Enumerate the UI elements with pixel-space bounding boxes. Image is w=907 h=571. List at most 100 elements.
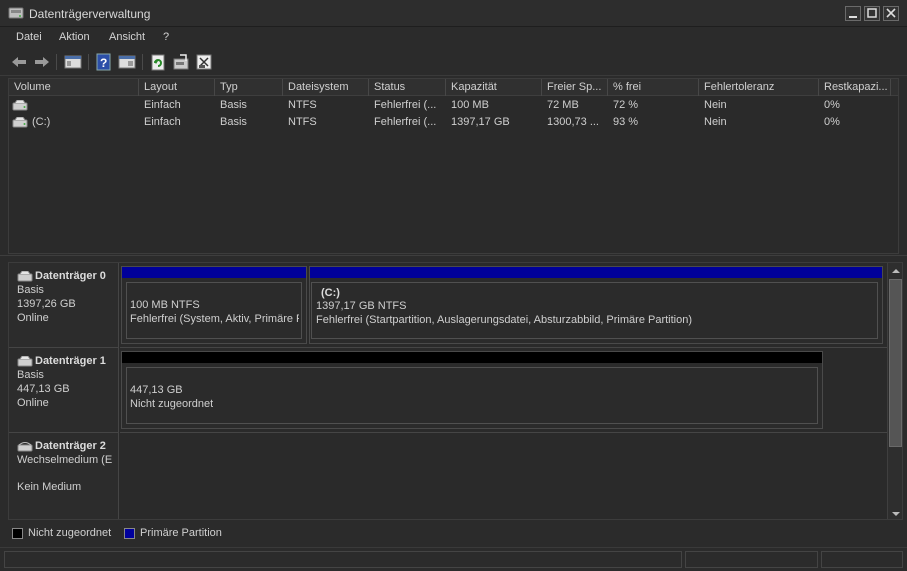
minimize-button[interactable] xyxy=(845,6,861,21)
column-header-percent-free[interactable]: % frei xyxy=(608,79,699,96)
volume-row[interactable]: Einfach Basis NTFS Fehlerfrei (... 100 M… xyxy=(9,97,898,113)
svg-text:?: ? xyxy=(100,56,107,70)
scroll-down-icon[interactable] xyxy=(891,510,901,518)
legend-swatch-unallocated xyxy=(12,528,23,539)
legend-label-primary: Primäre Partition xyxy=(140,527,222,539)
disk-state: Kein Medium xyxy=(17,481,82,493)
cell-free-space: 72 MB xyxy=(547,99,579,111)
arrow-right-icon xyxy=(35,57,49,67)
menu-help[interactable]: ? xyxy=(163,31,169,43)
arrow-left-icon xyxy=(12,57,26,67)
disk-view: Datenträger 0 Basis 1397,26 GB Online 10… xyxy=(8,262,903,520)
partition-system[interactable]: 100 MB NTFS Fehlerfrei (System, Aktiv, P… xyxy=(121,266,307,344)
partition-c[interactable]: (C:) 1397,17 GB NTFS Fehlerfrei (Startpa… xyxy=(309,266,883,344)
disk-info[interactable]: Datenträger 2 Wechselmedium (E Kein Medi… xyxy=(9,433,119,519)
cell-layout: Einfach xyxy=(144,99,181,111)
refresh-icon xyxy=(151,54,165,71)
volume-list-header: Volume Layout Typ Dateisystem Status Kap… xyxy=(9,79,898,96)
partition-color-bar xyxy=(310,267,882,278)
column-header-layout[interactable]: Layout xyxy=(139,79,215,96)
partition-content: 447,13 GB Nicht zugeordnet xyxy=(126,367,818,424)
show-hide-console-tree-button[interactable] xyxy=(63,53,83,71)
help-icon: ? xyxy=(96,53,111,71)
forward-button[interactable] xyxy=(32,53,52,71)
menu-datei[interactable]: Datei xyxy=(16,31,42,43)
disk-type: Basis xyxy=(17,284,44,296)
hard-disk-icon xyxy=(17,356,33,367)
volume-list: Volume Layout Typ Dateisystem Status Kap… xyxy=(8,78,899,254)
disk-state: Online xyxy=(17,312,49,324)
column-header-overhead[interactable]: Restkapazi... xyxy=(819,79,891,96)
disk-view-scrollbar[interactable] xyxy=(887,263,902,519)
cell-filesystem: NTFS xyxy=(288,99,317,111)
disk-name: Datenträger 2 xyxy=(35,440,106,452)
partition-status: Fehlerfrei (Startpartition, Auslagerungs… xyxy=(316,314,693,326)
rescan-icon xyxy=(173,54,189,70)
menu-ansicht[interactable]: Ansicht xyxy=(109,31,145,43)
cell-volume xyxy=(27,97,139,113)
cell-type: Basis xyxy=(220,99,247,111)
disk-partitions xyxy=(120,433,887,519)
legend: Nicht zugeordnet Primäre Partition xyxy=(8,524,903,544)
cell-percent-free: 72 % xyxy=(613,99,639,111)
toolbar: ? xyxy=(0,49,907,76)
column-header-status[interactable]: Status xyxy=(369,79,446,96)
disk-info[interactable]: Datenträger 1 Basis 447,13 GB Online xyxy=(9,348,119,433)
cell-type: Basis xyxy=(220,116,247,128)
status-bar xyxy=(0,547,907,571)
cell-layout: Einfach xyxy=(144,116,181,128)
rescan-disks-button[interactable] xyxy=(171,53,191,71)
disk-size: 1397,26 GB xyxy=(17,298,76,310)
partition-content: 100 MB NTFS Fehlerfrei (System, Aktiv, P… xyxy=(126,282,302,339)
cell-overhead: 0% xyxy=(824,99,840,111)
disk-size: 447,13 GB xyxy=(17,383,70,395)
partition-status: Nicht zugeordnet xyxy=(130,398,214,410)
partition-color-bar xyxy=(122,267,306,278)
help-button[interactable]: ? xyxy=(94,53,114,71)
column-header-capacity[interactable]: Kapazität xyxy=(446,79,542,96)
toolbar-separator xyxy=(88,54,89,70)
disk-info[interactable]: Datenträger 0 Basis 1397,26 GB Online xyxy=(9,263,119,348)
disk-state: Online xyxy=(17,397,49,409)
partition-label: (C:) xyxy=(321,287,340,299)
back-button[interactable] xyxy=(9,53,29,71)
cell-free-space: 1300,73 ... xyxy=(547,116,599,128)
toolbar-separator xyxy=(142,54,143,70)
status-panel xyxy=(4,551,682,568)
pane-splitter[interactable] xyxy=(0,255,907,260)
cell-filesystem: NTFS xyxy=(288,116,317,128)
volume-row[interactable]: (C:) Einfach Basis NTFS Fehlerfrei (... … xyxy=(9,114,898,130)
disk-type: Wechselmedium (E xyxy=(17,454,113,466)
column-header-free-space[interactable]: Freier Sp... xyxy=(542,79,608,96)
cell-volume: (C:) xyxy=(32,116,51,128)
menu-aktion[interactable]: Aktion xyxy=(59,31,90,43)
column-header-filesystem[interactable]: Dateisystem xyxy=(283,79,369,96)
cell-percent-free: 93 % xyxy=(613,116,639,128)
disk-partitions: 100 MB NTFS Fehlerfrei (System, Aktiv, P… xyxy=(120,263,887,348)
drive-icon xyxy=(12,100,28,111)
status-panel xyxy=(821,551,903,568)
partition-size: 447,13 GB xyxy=(130,384,183,396)
scroll-up-icon[interactable] xyxy=(891,267,901,275)
disk-row: Datenträger 1 Basis 447,13 GB Online 447… xyxy=(9,348,887,433)
scrollbar-thumb[interactable] xyxy=(889,279,902,447)
cell-capacity: 1397,17 GB xyxy=(451,116,510,128)
disk-properties-button[interactable] xyxy=(194,53,214,71)
legend-swatch-primary xyxy=(124,528,135,539)
column-header-volume[interactable]: Volume xyxy=(9,79,139,96)
maximize-button[interactable] xyxy=(864,6,880,21)
disk-partitions: 447,13 GB Nicht zugeordnet xyxy=(120,348,887,433)
cell-fault-tolerance: Nein xyxy=(704,116,727,128)
title-bar: Datenträgerverwaltung xyxy=(0,0,907,27)
column-header-fault-tolerance[interactable]: Fehlertoleranz xyxy=(699,79,819,96)
disk-row: Datenträger 2 Wechselmedium (E Kein Medi… xyxy=(9,433,887,519)
close-button[interactable] xyxy=(883,6,899,21)
column-header-type[interactable]: Typ xyxy=(215,79,283,96)
status-panel xyxy=(685,551,818,568)
partition-unallocated[interactable]: 447,13 GB Nicht zugeordnet xyxy=(121,351,823,429)
disk-settings-icon xyxy=(196,54,212,70)
partition-content: (C:) 1397,17 GB NTFS Fehlerfrei (Startpa… xyxy=(311,282,878,339)
partition-size: 1397,17 GB NTFS xyxy=(316,300,407,312)
properties-view-button[interactable] xyxy=(117,53,137,71)
refresh-button[interactable] xyxy=(148,53,168,71)
